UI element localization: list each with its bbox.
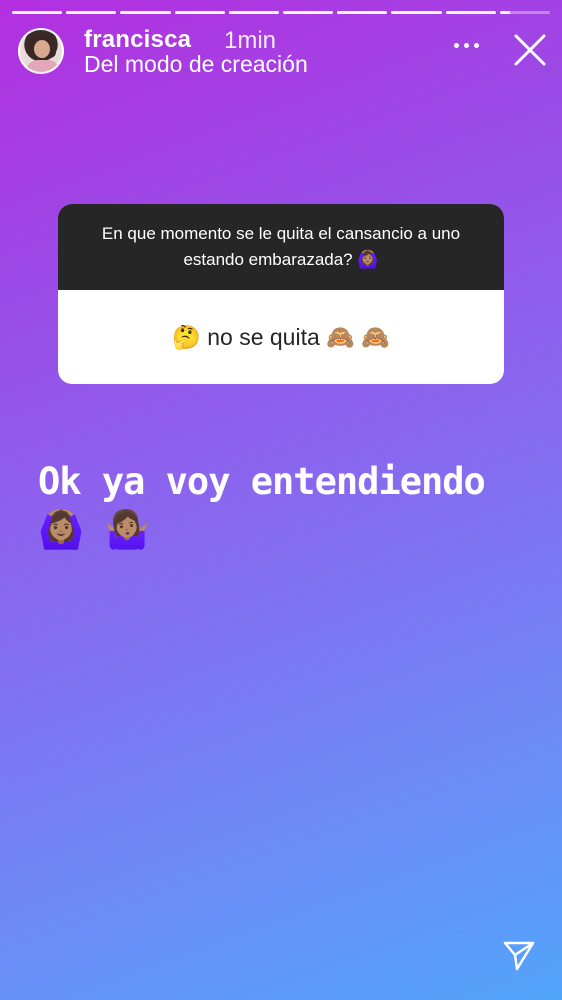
question-header: En que momento se le quita el cansancio …	[58, 204, 504, 290]
progress-segment	[337, 11, 388, 14]
progress-segment-current	[499, 11, 551, 14]
progress-segment	[12, 11, 63, 14]
username[interactable]: francisca	[84, 26, 191, 54]
story-header: francisca 1min Del modo de creación	[18, 26, 550, 78]
more-options-icon	[453, 42, 459, 48]
avatar-face	[34, 40, 50, 58]
progress-segment	[391, 11, 442, 14]
question-answer: 🤔 no se quita 🙈 🙈	[172, 323, 390, 350]
avatar[interactable]	[18, 28, 64, 74]
story-caption: Ok ya voy entendiendo 🙆🏽‍♀️ 🤷🏽‍♀️	[38, 460, 486, 551]
question-sticker: En que momento se le quita el cansancio …	[58, 204, 504, 384]
send-icon[interactable]	[502, 938, 536, 972]
question-answer-area: 🤔 no se quita 🙈 🙈	[58, 290, 504, 384]
progress-segment	[174, 11, 225, 14]
story-subtitle: Del modo de creación	[84, 51, 308, 77]
progress-segment	[120, 11, 171, 14]
story-progress-bar	[12, 11, 551, 14]
more-options-icon	[463, 42, 469, 48]
avatar-body	[26, 60, 60, 72]
question-text: En que momento se le quita el cansancio …	[101, 224, 461, 269]
progress-segment	[66, 11, 117, 14]
more-options-icon	[473, 42, 479, 48]
progress-segment	[228, 11, 280, 14]
progress-segment	[445, 11, 496, 14]
more-options-button[interactable]	[452, 38, 480, 52]
progress-segment	[283, 11, 334, 14]
close-icon[interactable]	[510, 30, 550, 70]
